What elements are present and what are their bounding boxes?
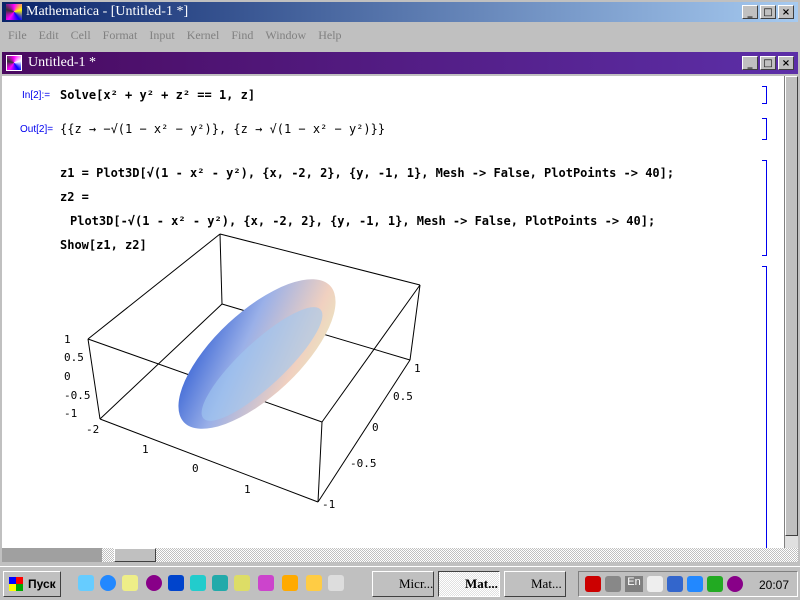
y-tick: 1: [414, 362, 421, 375]
task-label: Mat...: [531, 576, 562, 591]
scroll-thumb[interactable]: [785, 76, 798, 536]
help-icon[interactable]: [328, 575, 344, 591]
app-title-bar: Mathematica - [Untitled-1 *] _ □ ×: [2, 2, 798, 22]
messenger-tray-icon[interactable]: [727, 576, 743, 592]
menu-find[interactable]: Find: [225, 26, 259, 46]
plot3d-graphic[interactable]: 1 0.5 0 -0.5 -1 -2 1 0 1 1 0.5 0 -0.5 -1: [2, 76, 782, 548]
close-button[interactable]: ×: [778, 5, 794, 19]
disconnected-icon[interactable]: [707, 576, 723, 592]
menu-kernel[interactable]: Kernel: [181, 26, 226, 46]
z-tick: 0: [64, 370, 71, 383]
task-label: Mat...: [465, 576, 498, 591]
winamp-icon[interactable]: [306, 575, 322, 591]
notebook-content[interactable]: In[2]:= Solve[x² + y² + z² == 1, z] Out[…: [2, 76, 784, 548]
menu-file[interactable]: File: [2, 26, 33, 46]
doc-maximize-button[interactable]: □: [760, 56, 776, 70]
menu-bar: File Edit Cell Format Input Kernel Find …: [2, 26, 348, 46]
volume-icon[interactable]: [647, 576, 663, 592]
y-tick: -1: [322, 498, 335, 511]
x-tick: 1: [142, 443, 149, 456]
vertical-scrollbar[interactable]: [784, 76, 798, 548]
antivirus-icon[interactable]: [585, 576, 601, 592]
scheduler-icon[interactable]: [605, 576, 621, 592]
network-icon[interactable]: [667, 576, 683, 592]
doc-close-button[interactable]: ×: [778, 56, 794, 70]
task-mathematica-2[interactable]: Mat...: [504, 571, 566, 597]
window-title: Mathematica - [Untitled-1 *]: [26, 4, 189, 19]
task-label: Micr...: [399, 576, 434, 591]
internet-explorer-icon[interactable]: [100, 575, 116, 591]
maximize-button[interactable]: □: [760, 5, 776, 19]
horizontal-scrollbar[interactable]: [2, 548, 798, 562]
z-tick: 1: [64, 333, 71, 346]
system-tray: En 20:07: [578, 571, 798, 597]
desktop-icon[interactable]: [78, 575, 94, 591]
document-title: Untitled-1 *: [28, 55, 97, 70]
menu-input[interactable]: Input: [143, 26, 180, 46]
doc-minimize-button[interactable]: _: [742, 56, 758, 70]
word-icon[interactable]: [190, 575, 206, 591]
menu-window[interactable]: Window: [259, 26, 312, 46]
outlook-icon[interactable]: [168, 575, 184, 591]
start-label: Пуск: [28, 577, 56, 591]
mathematica-quicklaunch-icon[interactable]: [258, 575, 274, 591]
clock[interactable]: 20:07: [759, 578, 789, 592]
x-tick: 1: [244, 483, 251, 496]
y-tick: 0.5: [393, 390, 413, 403]
ie-tray-icon[interactable]: [687, 576, 703, 592]
z-tick: -0.5: [64, 389, 91, 402]
x-tick: 0: [192, 462, 199, 475]
y-tick: 0: [372, 421, 379, 434]
taskbar: Пуск Micr... Mat... Mat... En 20:07: [0, 566, 800, 600]
z-tick: -1: [64, 407, 77, 420]
messenger-icon[interactable]: [146, 575, 162, 591]
z-tick: 0.5: [64, 351, 84, 364]
excel-icon[interactable]: [212, 575, 228, 591]
scroll-thumb[interactable]: [114, 548, 156, 562]
notepad-icon[interactable]: [122, 575, 138, 591]
document-title-bar: Untitled-1 * _ □ ×: [2, 52, 798, 74]
x-tick: -2: [86, 423, 99, 436]
menu-format[interactable]: Format: [97, 26, 144, 46]
menu-help[interactable]: Help: [312, 26, 347, 46]
start-button[interactable]: Пуск: [3, 571, 61, 597]
scroll-track: [2, 548, 102, 562]
search-icon[interactable]: [234, 575, 250, 591]
language-indicator[interactable]: En: [625, 576, 643, 592]
windows-logo-icon: [9, 577, 23, 591]
mathematica-icon: [6, 4, 22, 20]
menu-edit[interactable]: Edit: [33, 26, 65, 46]
menu-cell[interactable]: Cell: [65, 26, 97, 46]
notebook-icon: [6, 55, 22, 71]
minimize-button[interactable]: _: [742, 5, 758, 19]
task-word[interactable]: Micr...: [372, 571, 434, 597]
paint-icon[interactable]: [282, 575, 298, 591]
y-tick: -0.5: [350, 457, 377, 470]
task-mathematica[interactable]: Mat...: [438, 571, 500, 597]
